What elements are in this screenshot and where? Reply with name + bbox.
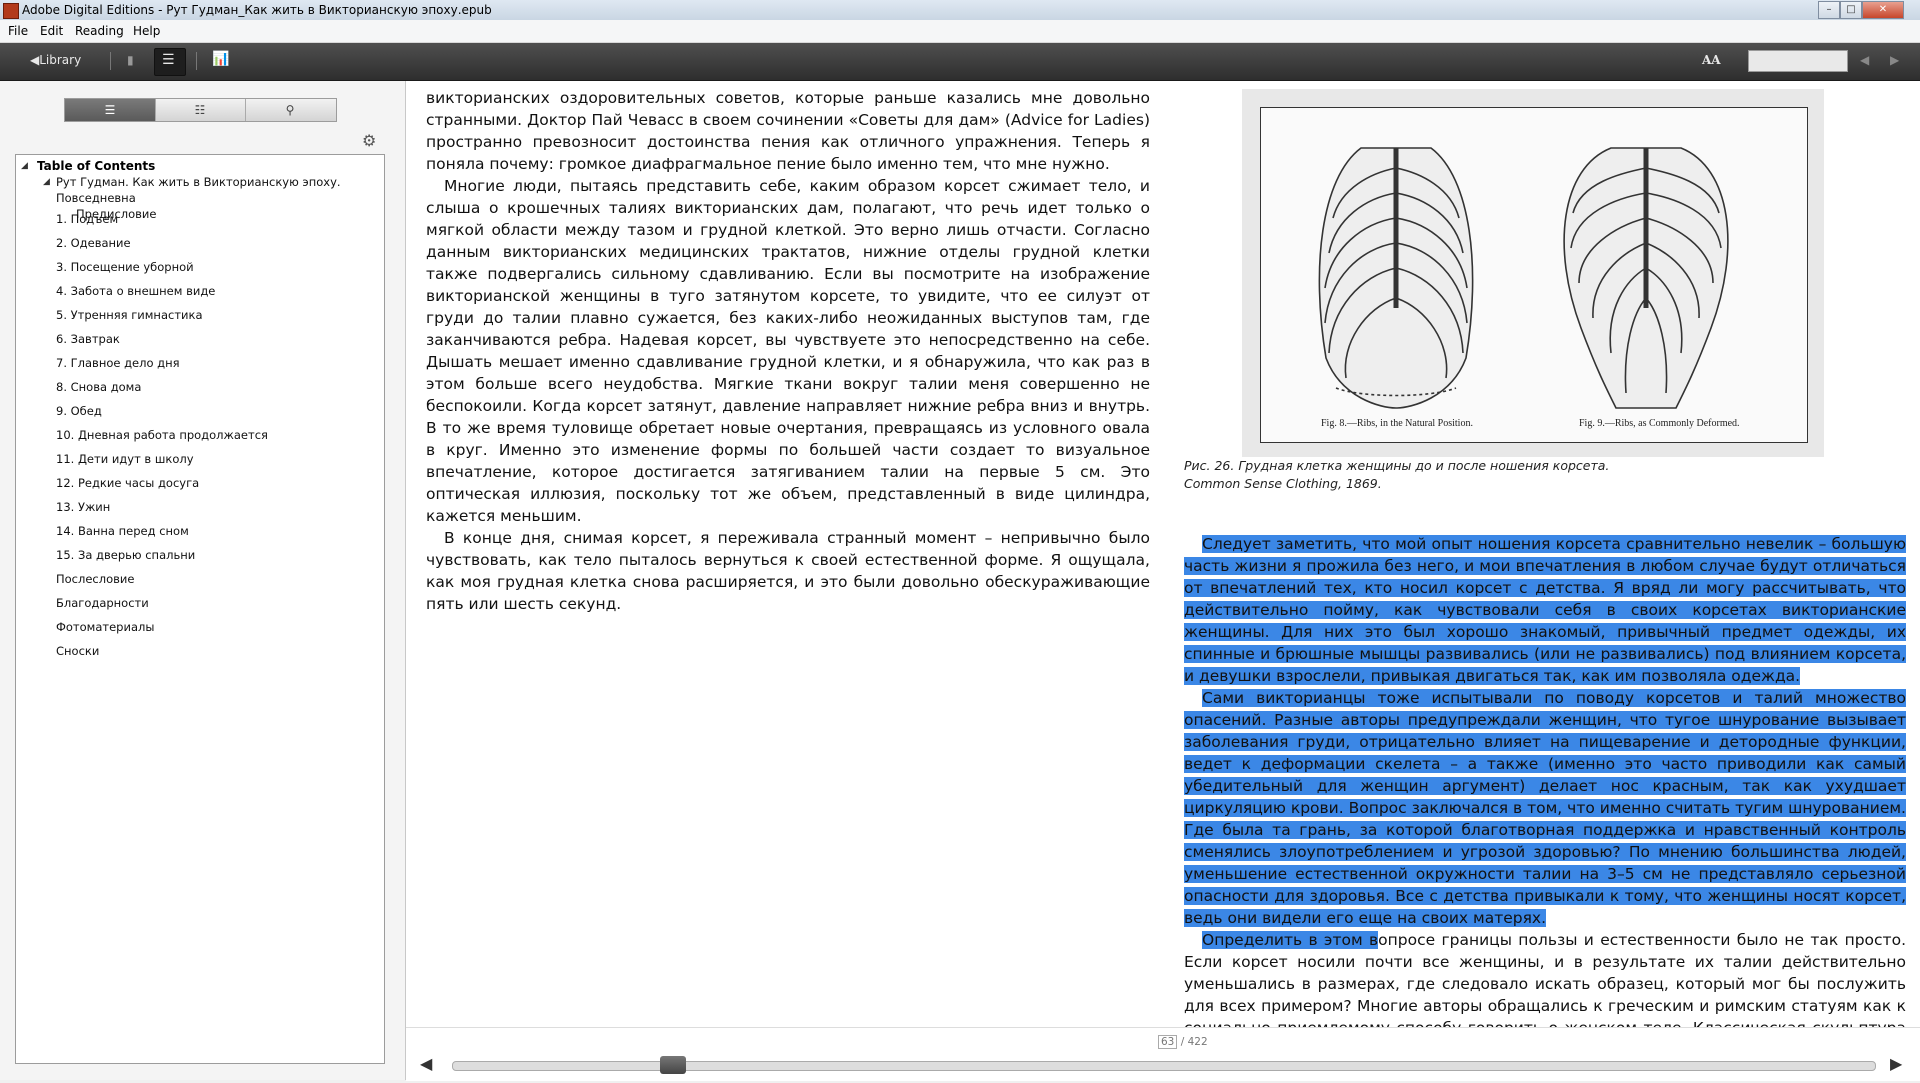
toc-item[interactable]: 14. Ванна перед сном bbox=[56, 524, 189, 538]
figure-label-right: Fig. 9.—Ribs, as Commonly Deformed. bbox=[1579, 418, 1740, 429]
window-title: Adobe Digital Editions - Рут Гудман_Как … bbox=[22, 3, 492, 17]
toc-item[interactable]: 10. Дневная работа продолжается bbox=[56, 428, 268, 442]
selected-text[interactable]: Сами викторианцы тоже испытывали по пово… bbox=[1184, 689, 1906, 927]
paragraph: В конце дня, снимая корсет, я переживала… bbox=[426, 529, 1150, 613]
menu-edit[interactable]: Edit bbox=[40, 24, 63, 38]
library-button[interactable]: ◀Library bbox=[30, 53, 81, 67]
stats-icon[interactable]: 📊 bbox=[212, 51, 229, 67]
ribcage-deformed bbox=[1563, 147, 1729, 409]
paragraph: Многие люди, пытаясь представить себе, к… bbox=[426, 177, 1150, 525]
search-prev-icon[interactable]: ◀ bbox=[1860, 53, 1869, 67]
toc-toggle-button[interactable]: ☰ bbox=[154, 48, 186, 76]
font-size-icon[interactable]: AA bbox=[1702, 53, 1721, 67]
toolbar-separator bbox=[110, 52, 111, 70]
sidebar-tab-group: ☰ ☷ ⚲ bbox=[64, 98, 337, 122]
app-icon bbox=[3, 3, 19, 19]
figure-caption: Рис. 26. Грудная клетка женщины до и пос… bbox=[1184, 457, 1884, 493]
toc-item[interactable]: Сноски bbox=[56, 644, 99, 658]
menu-bar: File Edit Reading Help bbox=[0, 20, 1920, 43]
sidebar: ☰ ☷ ⚲ ⚙ ◢ Table of Contents ◢ Рут Гудман… bbox=[0, 81, 406, 1080]
book-title-text: Рут Гудман. Как жить в Викторианскую эпо… bbox=[56, 175, 341, 205]
tab-bookmarks-icon[interactable]: ☷ bbox=[155, 99, 246, 121]
toc-item[interactable]: 12. Редкие часы досуга bbox=[56, 476, 199, 490]
toc-item[interactable]: Послесловие bbox=[56, 572, 134, 586]
search-next-icon[interactable]: ▶ bbox=[1890, 53, 1899, 67]
menu-help[interactable]: Help bbox=[133, 24, 160, 38]
toc-item[interactable]: 1. Подъем bbox=[56, 212, 118, 226]
ribcage-natural bbox=[1318, 147, 1474, 409]
menu-reading[interactable]: Reading bbox=[75, 24, 124, 38]
toc-panel: ◢ Table of Contents ◢ Рут Гудман. Как жи… bbox=[15, 154, 385, 1064]
reader-toolbar: ◀Library ▮ ☰ 📊 AA ◀ ▶ bbox=[0, 43, 1920, 81]
toc-item[interactable]: 11. Дети идут в школу bbox=[56, 452, 194, 466]
collapse-triangle-icon[interactable]: ◢ bbox=[43, 177, 50, 187]
page-navigation: 63 / 422 ◀ ▶ bbox=[406, 1027, 1920, 1081]
current-page[interactable]: 63 bbox=[1158, 1035, 1178, 1049]
toc-item[interactable]: 2. Одевание bbox=[56, 236, 131, 250]
window-titlebar: Adobe Digital Editions - Рут Гудман_Как … bbox=[0, 0, 1920, 21]
toc-header: Table of Contents bbox=[37, 159, 156, 173]
page-number: 63 / 422 bbox=[1158, 1035, 1208, 1049]
minimize-button[interactable]: – bbox=[1818, 1, 1840, 19]
figure: Fig. 8.—Ribs, in the Natural Position. F… bbox=[1242, 89, 1824, 457]
paragraph: Сами викторианцы тоже испытывали по пово… bbox=[1184, 687, 1906, 929]
bookmark-icon[interactable]: ▮ bbox=[127, 53, 134, 67]
list-icon: ☰ bbox=[162, 52, 175, 68]
toc-item[interactable]: 5. Утренняя гимнастика bbox=[56, 308, 203, 322]
left-page-column: викторианских оздоровительных советов, к… bbox=[426, 87, 1150, 615]
close-button[interactable]: ✕ bbox=[1862, 1, 1904, 19]
tab-search-icon[interactable]: ⚲ bbox=[245, 99, 335, 121]
paragraph: викторианских оздоровительных советов, к… bbox=[426, 89, 1150, 173]
selected-text[interactable]: Следует заметить, что мой опыт ношения к… bbox=[1184, 535, 1906, 685]
ribcage-illustration: Fig. 8.—Ribs, in the Natural Position. F… bbox=[1318, 147, 1740, 429]
gear-icon[interactable]: ⚙ bbox=[362, 131, 376, 150]
toc-item[interactable]: Благодарности bbox=[56, 596, 149, 610]
toc-item[interactable]: 7. Главное дело дня bbox=[56, 356, 180, 370]
maximize-button[interactable]: □ bbox=[1840, 1, 1862, 19]
prev-page-icon[interactable]: ◀ bbox=[420, 1054, 432, 1073]
reading-pane: викторианских оздоровительных советов, к… bbox=[406, 81, 1920, 1083]
paragraph: Следует заметить, что мой опыт ношения к… bbox=[1184, 533, 1906, 687]
menu-file[interactable]: File bbox=[8, 24, 28, 38]
toc-item[interactable]: 13. Ужин bbox=[56, 500, 110, 514]
page-slider-thumb[interactable] bbox=[660, 1056, 687, 1074]
right-page-column: Следует заметить, что мой опыт ношения к… bbox=[1184, 533, 1906, 1083]
caption-source: Common Sense Clothing, 1869. bbox=[1184, 476, 1382, 491]
figure-image: Fig. 8.—Ribs, in the Natural Position. F… bbox=[1260, 107, 1808, 443]
next-page-icon[interactable]: ▶ bbox=[1890, 1054, 1902, 1073]
toolbar-separator bbox=[196, 52, 197, 70]
selected-text[interactable]: Определить в этом в bbox=[1202, 931, 1379, 949]
toc-item[interactable]: 9. Обед bbox=[56, 404, 102, 418]
toc-item[interactable]: 6. Завтрак bbox=[56, 332, 120, 346]
toc-item[interactable]: 15. За дверью спальни bbox=[56, 548, 195, 562]
toc-item[interactable]: 3. Посещение уборной bbox=[56, 260, 194, 274]
caption-line: Рис. 26. Грудная клетка женщины до и пос… bbox=[1184, 458, 1610, 473]
tab-toc-icon[interactable]: ☰ bbox=[65, 99, 156, 121]
figure-label-left: Fig. 8.—Ribs, in the Natural Position. bbox=[1321, 418, 1473, 429]
collapse-triangle-icon[interactable]: ◢ bbox=[21, 161, 28, 171]
toc-item[interactable]: 4. Забота о внешнем виде bbox=[56, 284, 215, 298]
toc-item[interactable]: Фотоматериалы bbox=[56, 620, 154, 634]
search-input[interactable] bbox=[1748, 50, 1848, 72]
total-pages: / 422 bbox=[1180, 1036, 1208, 1048]
toc-item[interactable]: 8. Снова дома bbox=[56, 380, 141, 394]
